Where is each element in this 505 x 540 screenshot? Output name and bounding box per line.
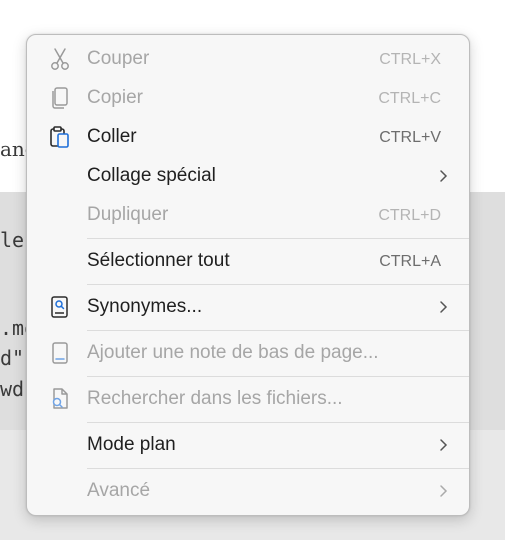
- context-menu: Couper CTRL+X Copier CTRL+C Coller CTRL+…: [26, 34, 470, 516]
- menu-separator: [87, 376, 469, 377]
- chevron-right-icon: [439, 299, 449, 315]
- menu-item-synonyms[interactable]: Synonymes...: [27, 288, 469, 326]
- menu-item-label: Couper: [87, 48, 150, 69]
- menu-item-label: Mode plan: [87, 434, 176, 455]
- background-code-fragment: d": [0, 346, 25, 370]
- menu-item-shortcut: CTRL+D: [378, 207, 441, 224]
- menu-item-label: Ajouter une note de bas de page...: [87, 342, 379, 363]
- menu-item-advanced[interactable]: Avancé: [27, 472, 469, 510]
- menu-item-shortcut: CTRL+X: [379, 51, 441, 68]
- search-files-icon: [47, 386, 73, 412]
- menu-separator: [87, 284, 469, 285]
- menu-item-search-in-files[interactable]: Rechercher dans les fichiers...: [27, 380, 469, 418]
- menu-item-shortcut: CTRL+C: [378, 90, 441, 107]
- paste-icon: [47, 124, 73, 150]
- chevron-right-icon: [439, 437, 449, 453]
- menu-item-label: Coller: [87, 126, 137, 147]
- menu-item-duplicate[interactable]: Dupliquer CTRL+D: [27, 196, 469, 234]
- menu-item-add-footnote[interactable]: Ajouter une note de bas de page...: [27, 334, 469, 372]
- menu-item-paste[interactable]: Coller CTRL+V: [27, 118, 469, 156]
- copy-icon: [47, 85, 73, 111]
- footnote-icon: [47, 340, 73, 366]
- chevron-right-icon: [439, 483, 449, 499]
- menu-separator: [87, 468, 469, 469]
- menu-item-label: Rechercher dans les fichiers...: [87, 388, 343, 409]
- menu-item-shortcut: CTRL+A: [379, 253, 441, 270]
- menu-separator: [87, 422, 469, 423]
- menu-item-label: Copier: [87, 87, 143, 108]
- thesaurus-icon: [47, 294, 73, 320]
- menu-item-label: Synonymes...: [87, 296, 203, 317]
- menu-separator: [87, 238, 469, 239]
- menu-item-label: Dupliquer: [87, 204, 169, 225]
- menu-item-label: Collage spécial: [87, 165, 216, 186]
- menu-item-label: Sélectionner tout: [87, 250, 230, 271]
- menu-item-paste-special[interactable]: Collage spécial: [27, 157, 469, 195]
- menu-separator: [87, 330, 469, 331]
- menu-item-copy[interactable]: Copier CTRL+C: [27, 79, 469, 117]
- chevron-right-icon: [439, 168, 449, 184]
- menu-item-select-all[interactable]: Sélectionner tout CTRL+A: [27, 242, 469, 280]
- menu-item-label: Avancé: [87, 480, 151, 501]
- menu-item-outline-mode[interactable]: Mode plan: [27, 426, 469, 464]
- background-code-fragment: le: [0, 228, 25, 252]
- scissors-icon: [47, 46, 73, 72]
- menu-item-shortcut: CTRL+V: [379, 129, 441, 146]
- menu-item-cut[interactable]: Couper CTRL+X: [27, 40, 469, 78]
